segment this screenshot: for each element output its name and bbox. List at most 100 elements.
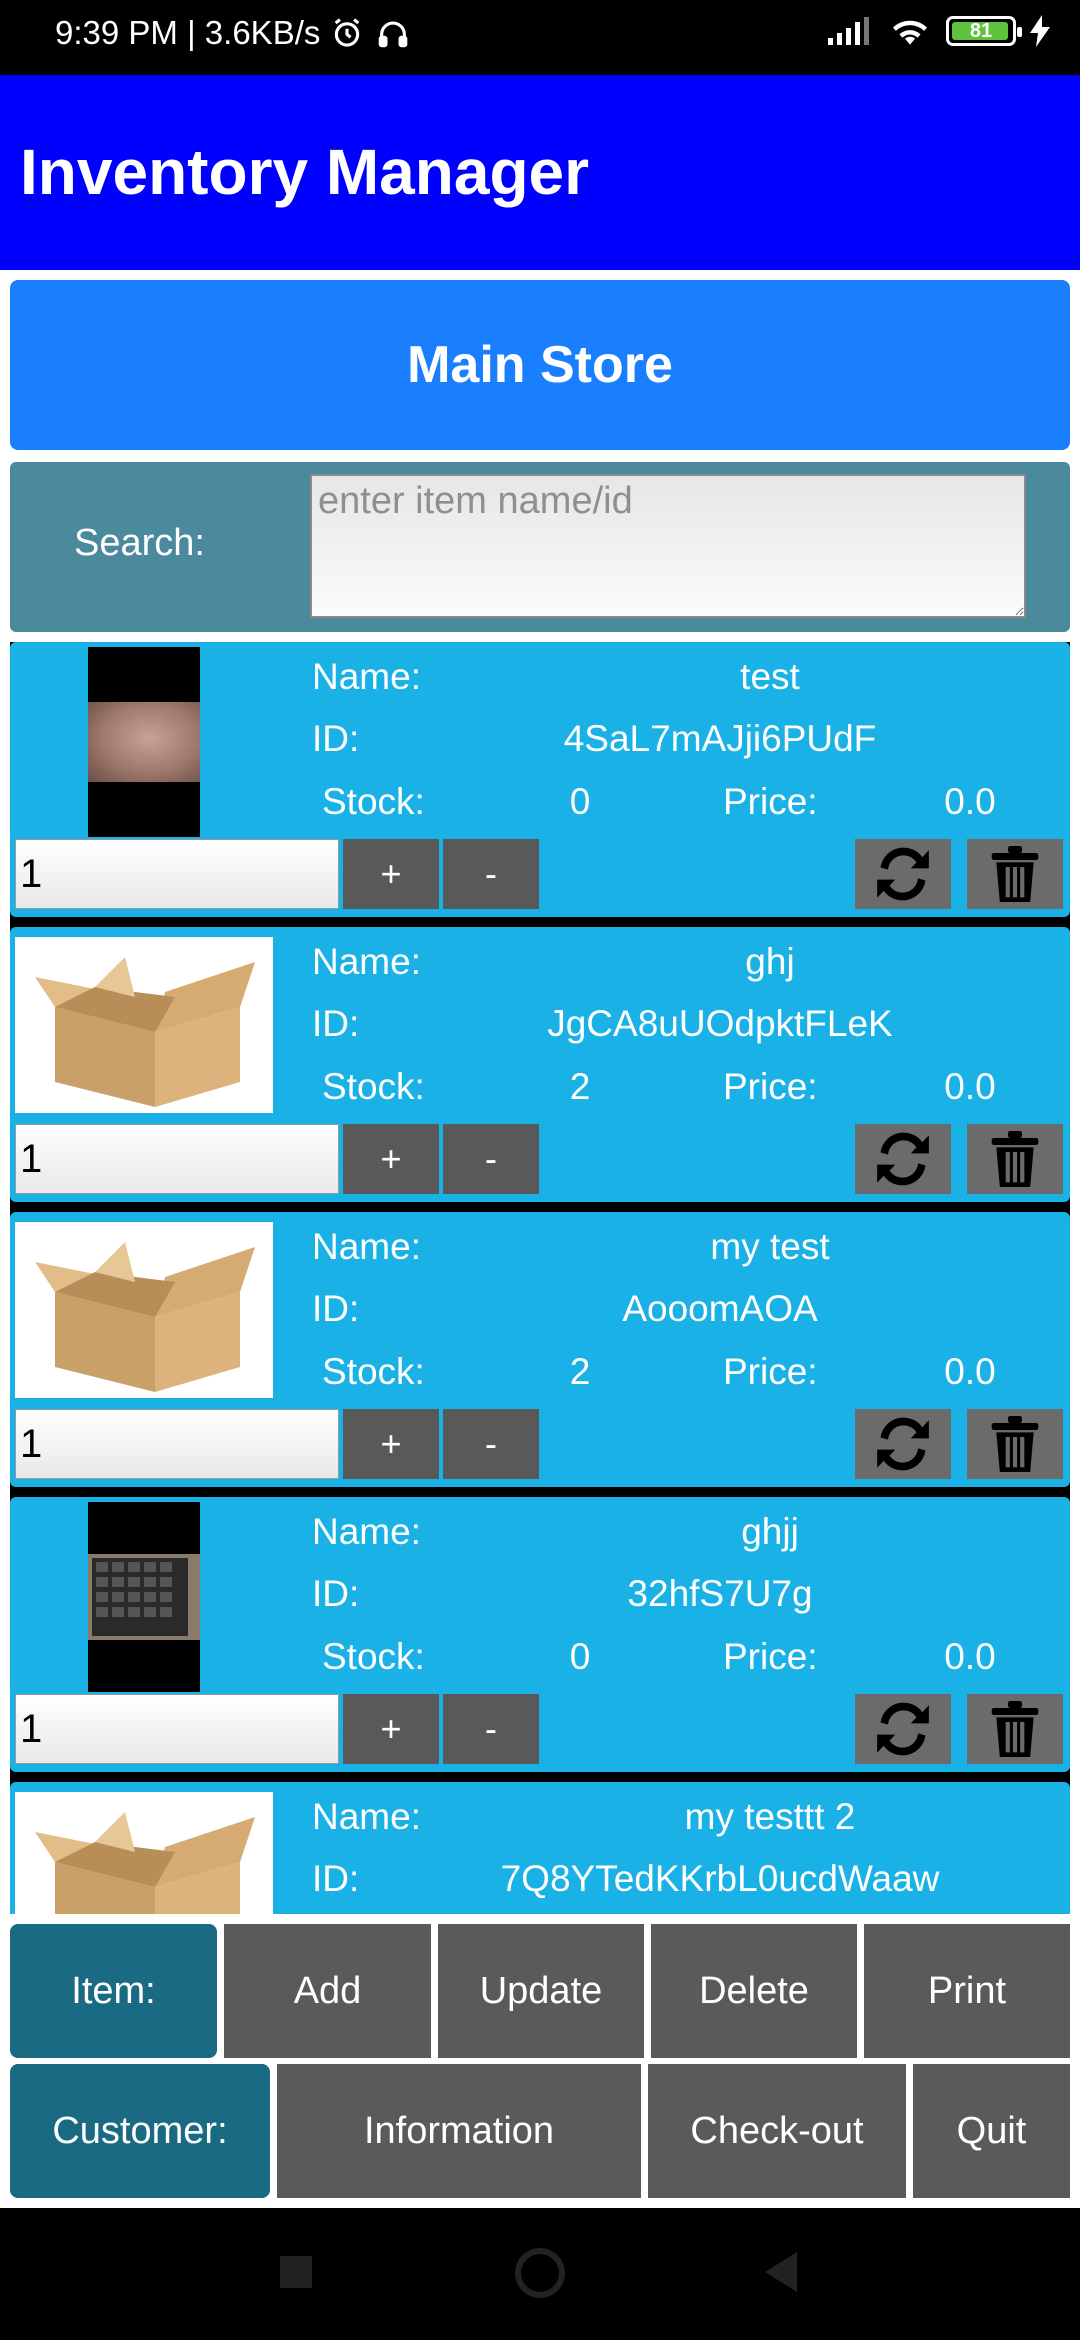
item-name-value: my test <box>710 1226 830 1267</box>
trash-icon <box>991 1131 1039 1187</box>
add-item-button[interactable]: Add <box>224 1924 431 2058</box>
item-price-label: Price: <box>723 1636 818 1677</box>
item-id-label: ID: <box>312 1288 360 1329</box>
keyboard-image <box>88 1554 200 1640</box>
quantity-input[interactable] <box>15 1409 339 1479</box>
checkout-button[interactable]: Check-out <box>648 2064 906 2198</box>
increment-button[interactable]: + <box>343 1409 439 1479</box>
search-input[interactable] <box>310 474 1026 618</box>
increment-button[interactable]: + <box>343 1124 439 1194</box>
item-id-value: 4SaL7mAJji6PUdF <box>563 718 877 759</box>
item-id-value: 32hfS7U7g <box>627 1573 813 1614</box>
customer-section-label: Customer: <box>10 2064 270 2198</box>
back-icon[interactable] <box>765 2252 797 2292</box>
battery-icon: 81 <box>946 16 1022 46</box>
item-name-label: Name: <box>312 1511 421 1552</box>
increment-button[interactable]: + <box>343 839 439 909</box>
battery-percent: 81 <box>969 19 993 42</box>
item-id-label: ID: <box>312 1573 360 1614</box>
status-left: 9:39 PM | 3.6KB/s <box>55 14 412 52</box>
item-photo <box>15 1792 273 1914</box>
item-name-value: ghjj <box>741 1511 799 1552</box>
item-id-label: ID: <box>312 718 360 759</box>
home-icon[interactable] <box>515 2248 565 2298</box>
item-stock-value: 2 <box>569 1066 591 1107</box>
quantity-input[interactable] <box>15 1694 339 1764</box>
item-photo <box>88 647 200 837</box>
refresh-icon <box>877 1132 929 1186</box>
refresh-button[interactable] <box>855 1124 951 1194</box>
refresh-button[interactable] <box>855 839 951 909</box>
item-id-value: JgCA8uUOdpktFLeK <box>547 1003 893 1044</box>
item-price-value: 0.0 <box>944 1636 996 1677</box>
search-panel: Search: <box>10 462 1070 632</box>
delete-item-button[interactable] <box>967 1124 1063 1194</box>
refresh-button[interactable] <box>855 1409 951 1479</box>
information-button[interactable]: Information <box>277 2064 641 2198</box>
decrement-button[interactable]: - <box>443 839 539 909</box>
print-button[interactable]: Print <box>864 1924 1070 2058</box>
item-price-value: 0.0 <box>944 781 996 822</box>
item-action-bar: Item: Add Update Delete Print <box>10 1924 1070 2058</box>
item-name-label: Name: <box>312 656 421 697</box>
item-name-value: my testtt 2 <box>684 1796 856 1837</box>
system-nav-bar <box>0 2208 1080 2340</box>
item-section-label: Item: <box>10 1924 217 2058</box>
item-price-label: Price: <box>723 1066 818 1107</box>
delete-item-button[interactable] <box>967 839 1063 909</box>
status-bar: 9:39 PM | 3.6KB/s 81 <box>0 0 1080 75</box>
refresh-icon <box>877 1702 929 1756</box>
item-photo <box>15 1222 273 1398</box>
item-id-value: AooomAOA <box>622 1288 818 1329</box>
item-card: Name: test ID: 4SaL7mAJji6PUdF Stock: 0 … <box>10 642 1070 917</box>
item-stock-label: Stock: <box>322 1636 425 1677</box>
quantity-input[interactable] <box>15 839 339 909</box>
app-title: Inventory Manager <box>20 136 590 208</box>
item-id-label: ID: <box>312 1003 360 1044</box>
wifi-icon <box>893 20 927 45</box>
item-photo <box>88 1502 200 1692</box>
item-stock-value: 0 <box>569 781 591 822</box>
item-list[interactable]: Name: test ID: 4SaL7mAJji6PUdF Stock: 0 … <box>10 642 1070 1914</box>
increment-button[interactable]: + <box>343 1694 439 1764</box>
status-right: 81 <box>826 14 1050 48</box>
item-stock-label: Stock: <box>322 781 425 822</box>
item-stock-value: 2 <box>569 1351 591 1392</box>
item-price-value: 0.0 <box>944 1351 996 1392</box>
headphones-icon <box>379 21 408 48</box>
trash-icon <box>991 846 1039 902</box>
item-photo <box>15 937 273 1113</box>
store-name-button[interactable]: Main Store <box>10 280 1070 450</box>
quit-button[interactable]: Quit <box>913 2064 1070 2198</box>
item-card: Name: ghjj ID: 32hfS7U7g Stock: 0 Price:… <box>10 1497 1070 1772</box>
delete-item-button[interactable] <box>967 1694 1063 1764</box>
item-card: Name: my testtt 2 ID: 7Q8YTedKKrbL0ucdWa… <box>10 1782 1070 1914</box>
decrement-button[interactable]: - <box>443 1694 539 1764</box>
trash-icon <box>991 1416 1039 1472</box>
item-name-label: Name: <box>312 1796 421 1837</box>
delete-button[interactable]: Delete <box>651 1924 857 2058</box>
item-price-label: Price: <box>723 1351 818 1392</box>
search-label: Search: <box>74 522 205 564</box>
recents-icon[interactable] <box>280 2256 312 2288</box>
cardboard-box-image <box>35 1242 255 1392</box>
item-card: Name: my test ID: AooomAOA Stock: 2 Pric… <box>10 1212 1070 1487</box>
item-name-value: ghj <box>745 941 795 982</box>
status-time: 9:39 PM | 3.6KB/s <box>55 14 321 51</box>
refresh-button[interactable] <box>855 1694 951 1764</box>
app-bar: Inventory Manager <box>0 75 1080 270</box>
decrement-button[interactable]: - <box>443 1124 539 1194</box>
item-stock-value: 0 <box>569 1636 591 1677</box>
item-name-label: Name: <box>312 1226 421 1267</box>
item-name-value: test <box>740 656 800 697</box>
quantity-input[interactable] <box>15 1124 339 1194</box>
refresh-icon <box>877 1417 929 1471</box>
customer-action-bar: Customer: Information Check-out Quit <box>10 2064 1070 2198</box>
delete-item-button[interactable] <box>967 1409 1063 1479</box>
charging-icon <box>1030 15 1050 47</box>
update-item-button[interactable]: Update <box>438 1924 644 2058</box>
decrement-button[interactable]: - <box>443 1409 539 1479</box>
cardboard-box-image <box>35 957 255 1107</box>
alarm-icon <box>335 18 360 47</box>
item-id-label: ID: <box>312 1858 360 1899</box>
